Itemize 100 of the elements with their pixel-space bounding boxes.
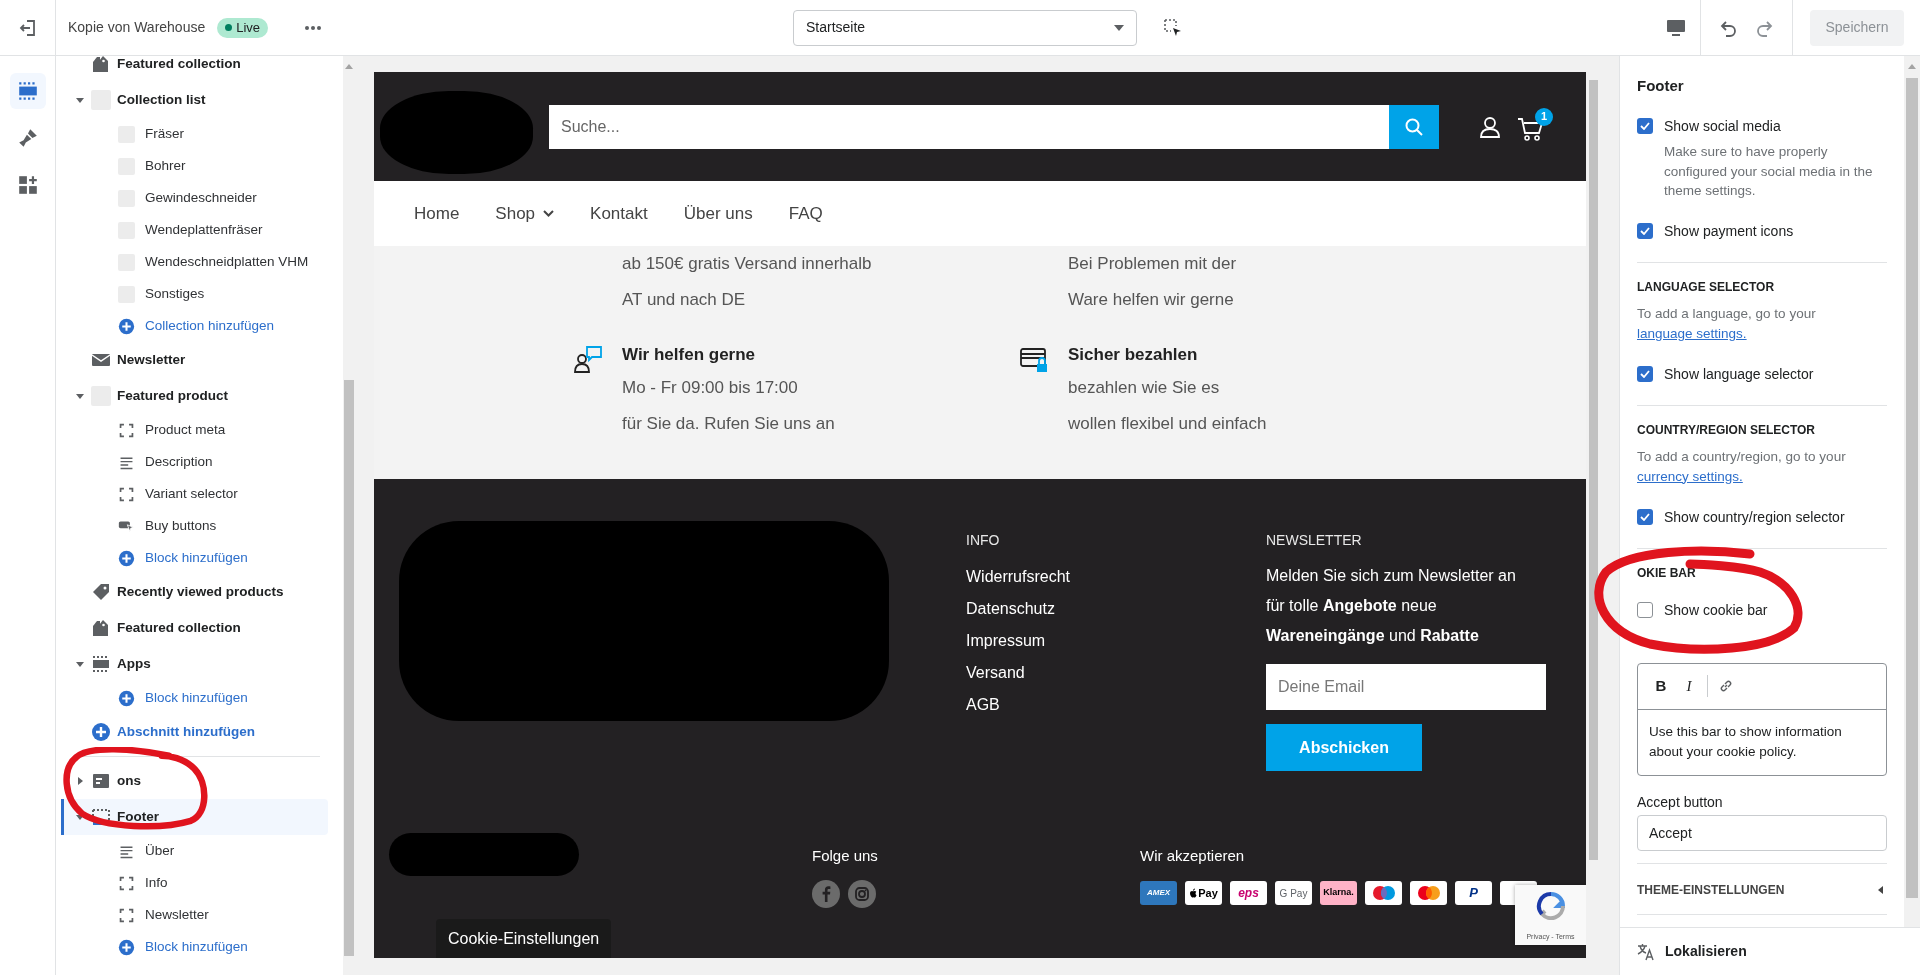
- nav-link[interactable]: FAQ: [788, 200, 823, 227]
- nav-link[interactable]: Shop: [495, 200, 555, 227]
- cookie-settings-button[interactable]: Cookie-Einstellungen: [436, 919, 612, 958]
- sidebar-item[interactable]: Featured collection: [61, 56, 328, 82]
- checkbox[interactable]: [1637, 601, 1653, 618]
- scroll-up-icon: [1908, 64, 1916, 69]
- rich-text-editor[interactable]: B I Use this bar to show information about your cookie policy.: [1637, 662, 1887, 776]
- select-area-icon[interactable]: [1163, 17, 1183, 38]
- exit-icon[interactable]: [17, 17, 38, 38]
- sidebar-item[interactable]: Bohrer: [61, 150, 328, 182]
- checkbox-option[interactable]: Show social media: [1637, 116, 1887, 136]
- search-field[interactable]: Suche...: [549, 104, 1389, 149]
- sidebar-item[interactable]: Recently viewed products: [61, 574, 328, 610]
- sidebar-item[interactable]: Sonstiges: [61, 278, 328, 310]
- sidebar-item[interactable]: Gewindeschneider: [61, 182, 328, 214]
- search-button[interactable]: [1389, 104, 1439, 149]
- nav-link[interactable]: Über uns: [683, 200, 753, 227]
- sections-icon: [16, 80, 39, 102]
- sidebar-item[interactable]: Newsletter: [61, 899, 328, 931]
- tag-icon: [91, 582, 111, 602]
- footer-link[interactable]: Datenschutz: [966, 593, 1055, 625]
- format-button[interactable]: B: [1648, 673, 1674, 699]
- sidebar-item[interactable]: Description: [61, 446, 328, 478]
- status-badge: Live: [217, 17, 269, 38]
- checkbox[interactable]: [1637, 222, 1653, 239]
- add-apps-icon: [16, 174, 39, 196]
- checkbox-option[interactable]: Show cookie bar: [1637, 599, 1887, 620]
- sidebar-item[interactable]: Wendeschneidplatten VHM: [61, 246, 328, 278]
- block-icon: [118, 421, 135, 439]
- footer-link[interactable]: Impressum: [966, 625, 1046, 657]
- checkbox[interactable]: [1637, 365, 1653, 382]
- check-icon: [1640, 369, 1650, 378]
- block-icon: [118, 906, 135, 924]
- sidebar-item[interactable]: Wendeplattenfräser: [61, 214, 328, 246]
- sidebar-item[interactable]: Newsletter: [61, 342, 328, 378]
- footer-link[interactable]: AGB: [966, 689, 1000, 721]
- checkbox-option[interactable]: Show payment icons: [1637, 220, 1887, 241]
- sidebar-item[interactable]: Fräser: [61, 118, 328, 150]
- sidebar-item[interactable]: Abschnitt hinzufügen: [61, 714, 328, 750]
- feature-text: bezahlen wie Sie es: [1068, 377, 1221, 399]
- editor-text: Use this bar to show information about your cookie policy.: [1648, 722, 1843, 761]
- facebook-icon[interactable]: [812, 880, 840, 908]
- sidebar-item[interactable]: Collection list: [61, 82, 328, 118]
- email-field[interactable]: Deine Email: [1266, 664, 1546, 710]
- scrollbar-thumb[interactable]: [1906, 78, 1918, 898]
- footer-heading: NEWSLETTER: [1266, 531, 1363, 550]
- sidebar-item[interactable]: Info: [61, 867, 328, 899]
- page-select[interactable]: Startseite: [793, 9, 1137, 46]
- overlapping-circles-icon: [1371, 885, 1396, 901]
- add-icon: [118, 938, 135, 956]
- sidebar-item[interactable]: Apps: [61, 646, 328, 682]
- sidebar-item[interactable]: Über: [61, 835, 328, 867]
- checkbox-option[interactable]: Show country/region selector: [1637, 506, 1887, 527]
- localize-button[interactable]: Lokalisieren: [1620, 927, 1920, 975]
- sidebar-item[interactable]: Buy buttons: [61, 510, 328, 542]
- sidebar-item[interactable]: Collection hinzufügen: [61, 310, 328, 342]
- checkbox[interactable]: [1637, 118, 1653, 134]
- block-icon: [118, 874, 135, 892]
- footer-link[interactable]: Versand: [966, 657, 1025, 689]
- footer-icon: [91, 807, 111, 827]
- sidebar-item[interactable]: Featured collection: [61, 610, 328, 646]
- format-button[interactable]: I: [1676, 673, 1702, 699]
- brush-icon: [16, 127, 39, 149]
- section-icon: [91, 771, 111, 791]
- footer-link[interactable]: Widerrufsrecht: [966, 561, 1071, 593]
- tags-icon: [91, 56, 111, 74]
- section-heading: COUNTRY/REGION SELECTOR: [1637, 421, 1816, 438]
- sidebar-item[interactable]: Block hinzufügen: [61, 931, 328, 963]
- feature-title: Sicher bezahlen: [1068, 344, 1199, 366]
- field-label: Accept button: [1637, 793, 1724, 810]
- recaptcha-icon: [1535, 891, 1566, 921]
- checkbox-option[interactable]: Show language selector: [1637, 363, 1887, 384]
- account-icon[interactable]: [1479, 115, 1501, 138]
- feature-text: Bei Problemen mit der: [1068, 253, 1237, 275]
- checkbox[interactable]: [1637, 508, 1653, 525]
- help-text: To add a language, go to your language settings.: [1637, 304, 1817, 343]
- sidebar-item[interactable]: Block hinzufügen: [61, 542, 328, 574]
- sidebar-item[interactable]: Footer: [61, 799, 328, 835]
- nav-link[interactable]: Kontakt: [590, 200, 648, 227]
- text-field[interactable]: Accept: [1637, 814, 1887, 851]
- add-icon: [118, 549, 135, 567]
- settings-link[interactable]: currency settings.: [1637, 468, 1743, 484]
- payment-logo: Pay: [1185, 881, 1222, 905]
- cart-count: 1: [1535, 107, 1553, 126]
- rail-tab[interactable]: [9, 73, 46, 109]
- settings-link[interactable]: language settings.: [1637, 325, 1747, 341]
- instagram-icon[interactable]: [848, 880, 876, 908]
- desktop-icon[interactable]: [1666, 18, 1686, 37]
- sidebar-item[interactable]: Featured product: [61, 378, 328, 414]
- sidebar-item[interactable]: Block hinzufügen: [61, 682, 328, 714]
- nav-link[interactable]: Home: [414, 200, 460, 227]
- sidebar-item[interactable]: Product meta: [61, 414, 328, 446]
- sidebar-item[interactable]: Variant selector: [61, 478, 328, 510]
- collapsible-section[interactable]: THEME-EINSTELLUNGEN: [1637, 881, 1887, 898]
- scrollbar-thumb[interactable]: [1589, 80, 1598, 860]
- ellipsis-icon: [304, 24, 323, 31]
- tags-icon: [91, 618, 111, 638]
- sidebar-item[interactable]: ons: [61, 763, 328, 799]
- footer-heading: Wir akzeptieren: [1140, 846, 1246, 866]
- scrollbar-thumb[interactable]: [344, 380, 354, 956]
